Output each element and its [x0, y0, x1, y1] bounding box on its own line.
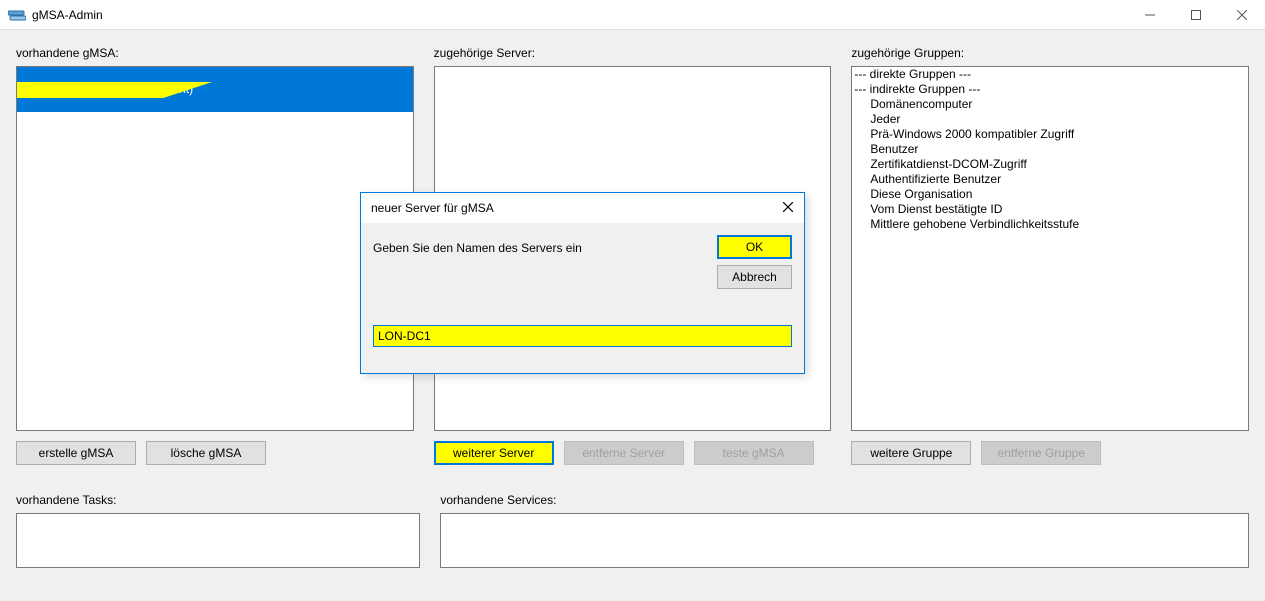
label-tasks: vorhandene Tasks: [16, 493, 420, 507]
list-item[interactable]: Zertifikatdienst-DCOM-Zugriff [852, 157, 1248, 172]
titlebar: gMSA-Admin [0, 0, 1265, 30]
minimize-button[interactable] [1127, 0, 1173, 30]
dialog-buttons: OK Abbrech [717, 235, 792, 289]
maximize-button[interactable] [1173, 0, 1219, 30]
label-servers: zugehörige Server: [434, 46, 832, 60]
dialog-input[interactable] [373, 325, 792, 347]
remove-server-button: entferne Server [564, 441, 684, 465]
list-item[interactable]: --- indirekte Gruppen --- [852, 82, 1248, 97]
dialog-titlebar: neuer Server für gMSA [361, 193, 804, 223]
listbox-tasks[interactable] [16, 513, 420, 568]
list-item[interactable]: Jeder [852, 112, 1248, 127]
list-item[interactable]: Benutzer [852, 142, 1248, 157]
close-button[interactable] [1219, 0, 1265, 30]
buttons-left: erstelle gMSA lösche gMSA [16, 441, 414, 465]
remove-group-button: entferne Gruppe [981, 441, 1101, 465]
col-existing-gmsa: vorhandene gMSA: gMSA-Test1 (Testaccount… [16, 46, 414, 465]
col-groups: zugehörige Gruppen: --- direkte Gruppen … [851, 46, 1249, 465]
col-services: vorhandene Services: [440, 493, 1249, 568]
listbox-services[interactable] [440, 513, 1249, 568]
dialog-cancel-button[interactable]: Abbrech [717, 265, 792, 289]
create-gmsa-button[interactable]: erstelle gMSA [16, 441, 136, 465]
dialog-close-button[interactable] [778, 197, 798, 217]
dialog-input-wrap [373, 325, 792, 347]
label-existing-gmsa: vorhandene gMSA: [16, 46, 414, 60]
label-services: vorhandene Services: [440, 493, 1249, 507]
dialog-ok-button[interactable]: OK [717, 235, 792, 259]
app-icon [8, 9, 26, 21]
list-item[interactable]: Authentifizierte Benutzer [852, 172, 1248, 187]
list-item[interactable]: Mittlere gehobene Verbindlichkeitsstufe [852, 217, 1248, 232]
list-item[interactable]: Prä-Windows 2000 kompatibler Zugriff [852, 127, 1248, 142]
list-item[interactable]: Vom Dienst bestätigte ID [852, 202, 1248, 217]
list-item[interactable]: --- direkte Gruppen --- [852, 67, 1248, 82]
bottom-row: vorhandene Tasks: vorhandene Services: [16, 493, 1249, 568]
dialog-title: neuer Server für gMSA [371, 201, 494, 215]
window-controls [1127, 0, 1265, 29]
list-item[interactable]: Diese Organisation [852, 187, 1248, 202]
add-group-button[interactable]: weitere Gruppe [851, 441, 971, 465]
test-gmsa-button: teste gMSA [694, 441, 814, 465]
add-server-button[interactable]: weiterer Server [434, 441, 554, 465]
listbox-existing-gmsa[interactable]: gMSA-Test1 (Testaccount) [16, 66, 414, 431]
label-groups: zugehörige Gruppen: [851, 46, 1249, 60]
dialog-body: Geben Sie den Namen des Servers ein OK A… [361, 223, 804, 373]
delete-gmsa-button[interactable]: lösche gMSA [146, 441, 266, 465]
listbox-groups[interactable]: --- direkte Gruppen ------ indirekte Gru… [851, 66, 1249, 431]
input-dialog: neuer Server für gMSA Geben Sie den Name… [360, 192, 805, 374]
window-title: gMSA-Admin [32, 8, 103, 22]
buttons-right: weitere Gruppe entferne Gruppe [851, 441, 1249, 465]
buttons-mid: weiterer Server entferne Server teste gM… [434, 441, 832, 465]
list-item[interactable]: Domänencomputer [852, 97, 1248, 112]
col-tasks: vorhandene Tasks: [16, 493, 420, 568]
